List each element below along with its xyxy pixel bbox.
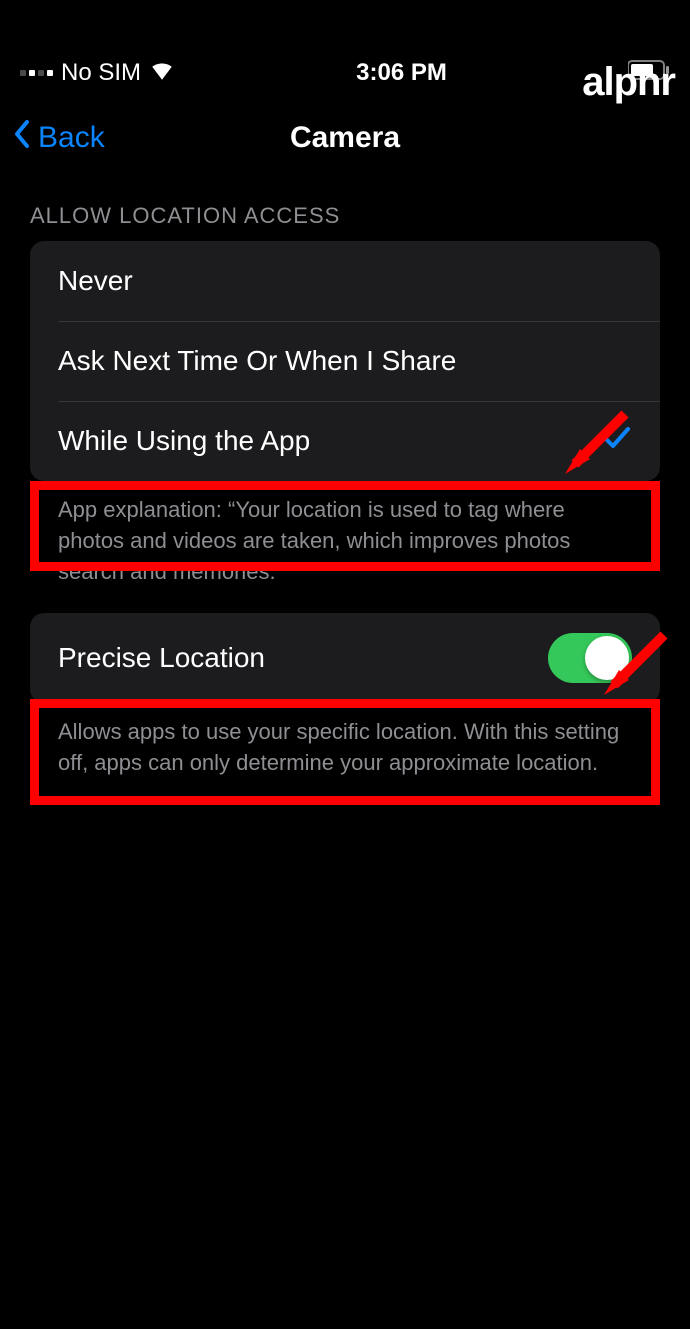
location-access-group: Never Ask Next Time Or When I Share Whil…: [30, 241, 660, 481]
option-while-using[interactable]: While Using the App: [30, 401, 660, 481]
option-never[interactable]: Never: [30, 241, 660, 321]
checkmark-icon: [602, 423, 632, 460]
status-time: 3:06 PM: [356, 59, 447, 87]
option-label: While Using the App: [58, 425, 310, 457]
precise-location-toggle[interactable]: [548, 633, 632, 683]
precise-location-row[interactable]: Precise Location: [30, 613, 660, 703]
toggle-knob: [585, 636, 629, 680]
option-ask-next-time[interactable]: Ask Next Time Or When I Share: [30, 321, 660, 401]
precise-footer-text: Allows apps to use your specific locatio…: [0, 703, 690, 805]
carrier-label: No SIM: [61, 59, 141, 87]
page-title: Camera: [290, 121, 400, 155]
wifi-icon: [149, 59, 175, 87]
section-header-location: ALLOW LOCATION ACCESS: [0, 173, 690, 241]
location-footer-text: App explanation: “Your location is used …: [0, 481, 690, 613]
precise-location-group: Precise Location: [30, 613, 660, 703]
status-left: No SIM: [20, 59, 175, 87]
chevron-left-icon: [12, 119, 32, 157]
back-label: Back: [38, 121, 105, 155]
precise-location-label: Precise Location: [58, 642, 265, 674]
option-label: Ask Next Time Or When I Share: [58, 345, 456, 377]
option-label: Never: [58, 265, 133, 297]
back-button[interactable]: Back: [0, 119, 105, 157]
signal-icon: [20, 70, 53, 76]
navigation-bar: Back Camera: [0, 103, 690, 173]
watermark-logo: alphr: [582, 60, 675, 105]
